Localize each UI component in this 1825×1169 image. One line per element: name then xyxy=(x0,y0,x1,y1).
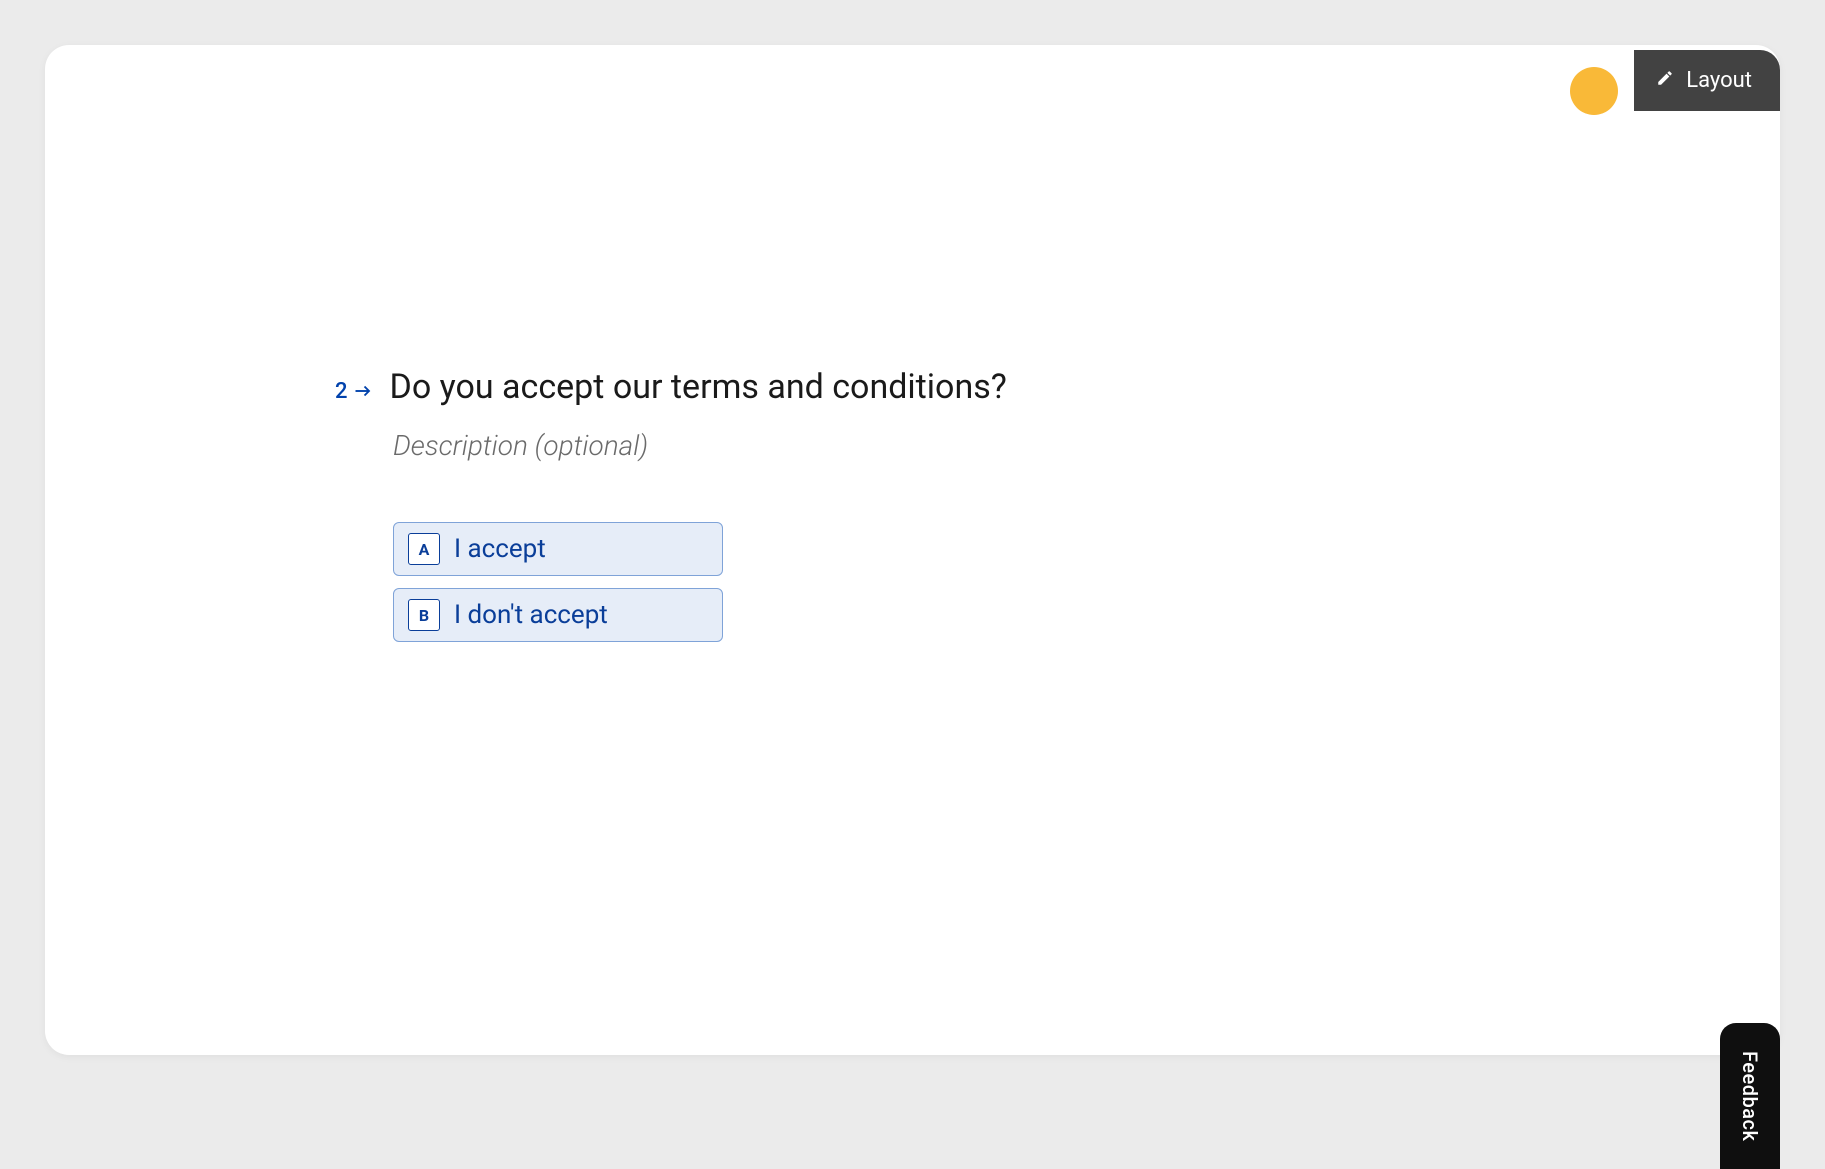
option-label: I don't accept xyxy=(454,600,608,630)
question-row: 2 Do you accept our terms and conditions… xyxy=(335,365,1235,409)
avatar[interactable] xyxy=(1570,67,1618,115)
question-number-value: 2 xyxy=(335,379,348,404)
editor-card: Layout 2 Do you accept our terms and con… xyxy=(45,45,1780,1055)
option-b[interactable]: B I don't accept xyxy=(393,588,723,642)
option-a[interactable]: A I accept xyxy=(393,522,723,576)
layout-button-label: Layout xyxy=(1686,68,1752,93)
question-description[interactable]: Description (optional) xyxy=(393,429,1235,462)
question-title-wrap: Do you accept our terms and conditions? xyxy=(390,365,1235,409)
header-controls: Layout xyxy=(1570,45,1780,115)
pencil-icon xyxy=(1656,68,1674,93)
feedback-tab[interactable]: Feedback xyxy=(1720,1023,1780,1169)
option-key: A xyxy=(408,533,440,565)
layout-button[interactable]: Layout xyxy=(1634,50,1780,111)
option-label: I accept xyxy=(454,534,546,564)
question-container: 2 Do you accept our terms and conditions… xyxy=(335,365,1235,642)
arrow-right-icon xyxy=(354,379,372,404)
question-title[interactable]: Do you accept our terms and conditions? xyxy=(390,365,1235,409)
options-list: A I accept B I don't accept xyxy=(393,522,1235,642)
question-number: 2 xyxy=(335,379,372,404)
option-key: B xyxy=(408,599,440,631)
